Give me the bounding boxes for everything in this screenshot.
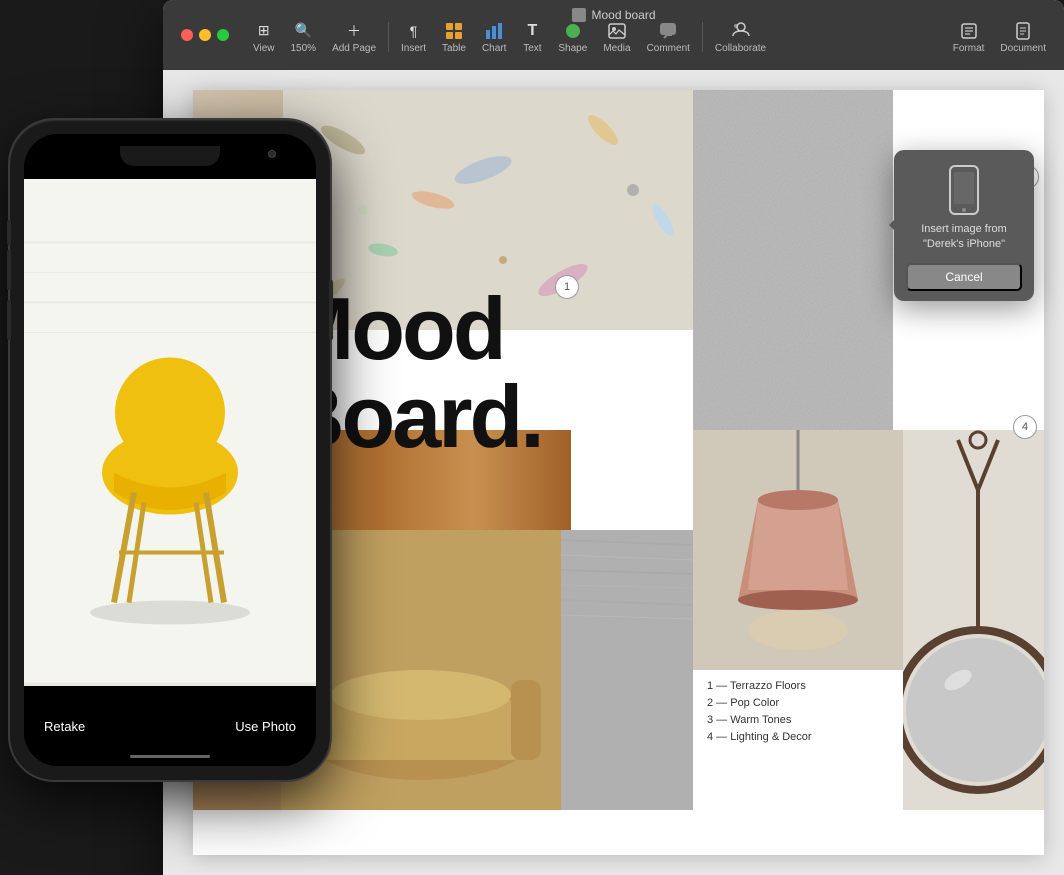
collaborate-button[interactable]: Collaborate [707, 17, 774, 58]
list-item-3: 3 — Warm Tones [707, 714, 889, 726]
iphone-volume-up-button [7, 250, 11, 290]
comment-label: Comment [647, 43, 690, 54]
insert-label: Insert [401, 43, 426, 54]
window-title: Mood board [571, 8, 655, 22]
popup-phone-icon-container [906, 164, 1022, 216]
popup-cancel-button[interactable]: Cancel [906, 263, 1022, 291]
zoom-icon: 🔍 [293, 21, 313, 41]
view-button[interactable]: ⊞ View [245, 17, 283, 58]
image-cell-gray [693, 90, 893, 430]
popup-title-text: Insert image from [921, 223, 1007, 235]
page-number-4: 4 [1013, 415, 1037, 439]
list-item-4: 4 — Lighting & Decor [707, 731, 889, 743]
format-icon [959, 21, 979, 41]
separator-1 [388, 22, 389, 52]
chart-label: Chart [482, 43, 506, 54]
text-label: Text [523, 43, 541, 54]
image-cell-lamp [693, 430, 903, 670]
insert-image-popup: Insert image from "Derek's iPhone" Cance… [894, 150, 1034, 301]
toolbar-right: Format Document [945, 17, 1054, 58]
camera-bottom-bar: Retake Use Photo [24, 686, 316, 766]
format-label: Format [953, 43, 985, 54]
insert-button[interactable]: ¶ Insert [393, 17, 434, 58]
camera-photo-preview [24, 179, 316, 686]
media-button[interactable]: Media [595, 17, 638, 58]
chart-icon [484, 21, 504, 41]
list-item-1: 1 — Terrazzo Floors [707, 680, 889, 692]
view-label: View [253, 43, 275, 54]
add-page-label: Add Page [332, 43, 376, 54]
zoom-label: 150% [291, 43, 317, 54]
add-page-icon: ＋ [344, 21, 364, 41]
document-label: Document [1000, 43, 1046, 54]
shape-icon [563, 21, 583, 41]
iphone-camera-icon [268, 150, 276, 158]
page-number-1: 1 [555, 275, 579, 299]
title-text: Mood board [591, 8, 655, 22]
comment-button[interactable]: Comment [639, 17, 698, 58]
toolbar: ⊞ View 🔍 150% ＋ Add Page ¶ Insert [245, 17, 1054, 58]
table-label: Table [442, 43, 466, 54]
iphone-volume-down-button [7, 300, 11, 340]
table-icon [444, 21, 464, 41]
minimize-button[interactable] [199, 29, 211, 41]
camera-screen: Retake Use Photo [24, 134, 316, 766]
media-label: Media [603, 43, 630, 54]
iphone-silent-switch [7, 220, 11, 245]
iphone-screen: Retake Use Photo [24, 134, 316, 766]
close-button[interactable] [181, 29, 193, 41]
separator-2 [702, 22, 703, 52]
insert-icon: ¶ [404, 21, 424, 41]
collaborate-icon [731, 21, 751, 41]
format-button[interactable]: Format [945, 17, 993, 58]
iphone-body: Retake Use Photo [10, 120, 330, 780]
document-button[interactable]: Document [992, 17, 1054, 58]
comment-icon [658, 21, 678, 41]
view-icon: ⊞ [254, 21, 274, 41]
iphone-power-button [329, 280, 333, 340]
list-area: 1 — Terrazzo Floors 2 — Pop Color 3 — Wa… [693, 670, 903, 810]
table-button[interactable]: Table [434, 17, 474, 58]
add-page-button[interactable]: ＋ Add Page [324, 17, 384, 58]
media-icon [607, 21, 627, 41]
chart-button[interactable]: Chart [474, 17, 514, 58]
image-cell-mirror [903, 430, 1044, 810]
traffic-lights [181, 29, 229, 41]
fullscreen-button[interactable] [217, 29, 229, 41]
shape-button[interactable]: Shape [550, 17, 595, 58]
use-photo-button[interactable]: Use Photo [235, 719, 296, 734]
home-indicator [130, 755, 210, 758]
zoom-button[interactable]: 🔍 150% [283, 17, 325, 58]
retake-button[interactable]: Retake [44, 719, 85, 734]
popup-title: Insert image from "Derek's iPhone" [906, 222, 1022, 253]
text-button[interactable]: T Text [514, 17, 550, 58]
document-icon [1013, 21, 1033, 41]
collaborate-label: Collaborate [715, 43, 766, 54]
shape-label: Shape [558, 43, 587, 54]
popup-source-text: "Derek's iPhone" [923, 238, 1005, 250]
list-item-2: 2 — Pop Color [707, 697, 889, 709]
iphone-notch [120, 146, 220, 166]
image-cell-fur [561, 530, 693, 810]
text-icon: T [522, 21, 542, 41]
iphone-device: Retake Use Photo [0, 120, 360, 840]
pages-icon [571, 8, 585, 22]
